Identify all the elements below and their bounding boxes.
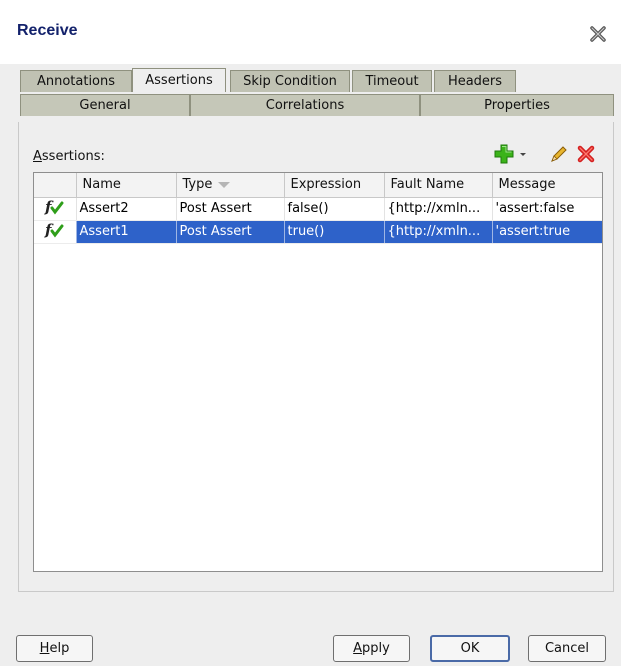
column-header-fault-name[interactable]: Fault Name <box>384 173 493 198</box>
table-header-row: Name Type Expression Fault Name Message <box>34 173 602 198</box>
tab-skip-condition[interactable]: Skip Condition <box>230 70 350 92</box>
tab-label: Headers <box>447 74 503 89</box>
edit-assertion-button[interactable] <box>548 142 570 166</box>
tab-correlations[interactable]: Correlations <box>190 94 420 116</box>
apply-label: pply <box>362 641 390 656</box>
help-mnemonic: H <box>39 641 50 656</box>
cancel-label: Cancel <box>544 641 590 656</box>
sort-arrow-icon <box>218 181 231 188</box>
label-mnemonic: A <box>33 149 42 164</box>
header-label: Type <box>182 177 213 193</box>
row-icon-cell: f <box>34 220 77 244</box>
cell-fault-name: {http://xmln... <box>384 220 493 244</box>
row-icon-cell: f <box>34 197 77 221</box>
label-text: ssertions: <box>41 149 105 164</box>
tab-label: Skip Condition <box>243 74 337 89</box>
cell-type: Post Assert <box>176 197 285 221</box>
tab-annotations[interactable]: Annotations <box>20 70 132 92</box>
column-header-icon[interactable] <box>34 173 77 198</box>
header-label: Name <box>82 177 121 193</box>
tab-strip: Annotations Assertions Skip Condition Ti… <box>0 64 621 124</box>
tab-assertions[interactable]: Assertions <box>132 68 226 92</box>
ok-button[interactable]: OK <box>430 635 510 662</box>
close-button[interactable] <box>588 24 608 44</box>
cell-expression: true() <box>284 220 385 244</box>
cell-name: Assert2 <box>76 197 177 221</box>
close-icon <box>590 26 606 42</box>
tab-general[interactable]: General <box>20 94 190 116</box>
apply-button[interactable]: Apply <box>333 635 410 662</box>
delete-x-icon <box>577 145 595 163</box>
table-row[interactable]: f Assert2 Post Assert false() {http://xm… <box>34 197 602 221</box>
help-label: elp <box>49 641 70 656</box>
column-header-message[interactable]: Message <box>492 173 602 198</box>
header-label: Message <box>498 177 556 193</box>
dialog-title-bar: Receive <box>0 0 621 64</box>
dialog-body: Annotations Assertions Skip Condition Ti… <box>0 64 621 666</box>
assertions-label: Assertions: <box>33 149 105 164</box>
cell-message: 'assert:false <box>492 197 602 221</box>
assertions-table[interactable]: Name Type Expression Fault Name Message … <box>33 172 603 572</box>
tab-label: Annotations <box>36 74 116 89</box>
function-check-icon: f <box>44 198 64 216</box>
tab-label: Properties <box>484 98 550 113</box>
header-label: Fault Name <box>390 177 465 193</box>
ok-label: OK <box>460 641 480 656</box>
cell-expression: false() <box>284 197 385 221</box>
column-header-type[interactable]: Type <box>176 173 285 198</box>
cell-name: Assert1 <box>76 220 177 244</box>
tab-headers[interactable]: Headers <box>434 70 516 92</box>
pencil-icon <box>551 146 567 162</box>
column-header-expression[interactable]: Expression <box>284 173 385 198</box>
tab-label: General <box>79 98 131 113</box>
column-header-name[interactable]: Name <box>76 173 177 198</box>
cell-fault-name: {http://xmln... <box>384 197 493 221</box>
help-button[interactable]: Help <box>16 635 93 662</box>
add-dropdown-button[interactable] <box>516 146 530 162</box>
dialog-title: Receive <box>17 22 78 39</box>
cell-message: 'assert:true <box>492 220 602 244</box>
table-row[interactable]: f Assert1 Post Assert true() {http://xml… <box>34 220 602 244</box>
tab-label: Assertions <box>145 73 213 88</box>
tab-timeout[interactable]: Timeout <box>352 70 432 92</box>
function-check-icon: f <box>44 221 64 239</box>
apply-mnemonic: A <box>353 641 363 656</box>
tab-label: Timeout <box>365 74 419 89</box>
delete-assertion-button[interactable] <box>574 142 598 166</box>
tab-properties[interactable]: Properties <box>420 94 614 116</box>
cell-type: Post Assert <box>176 220 285 244</box>
chevron-down-icon <box>520 153 526 156</box>
header-label: Expression <box>290 177 362 193</box>
tab-label: Correlations <box>265 98 345 113</box>
add-plus-icon <box>494 144 514 164</box>
add-assertion-button[interactable] <box>492 142 516 166</box>
cancel-button[interactable]: Cancel <box>528 635 606 662</box>
